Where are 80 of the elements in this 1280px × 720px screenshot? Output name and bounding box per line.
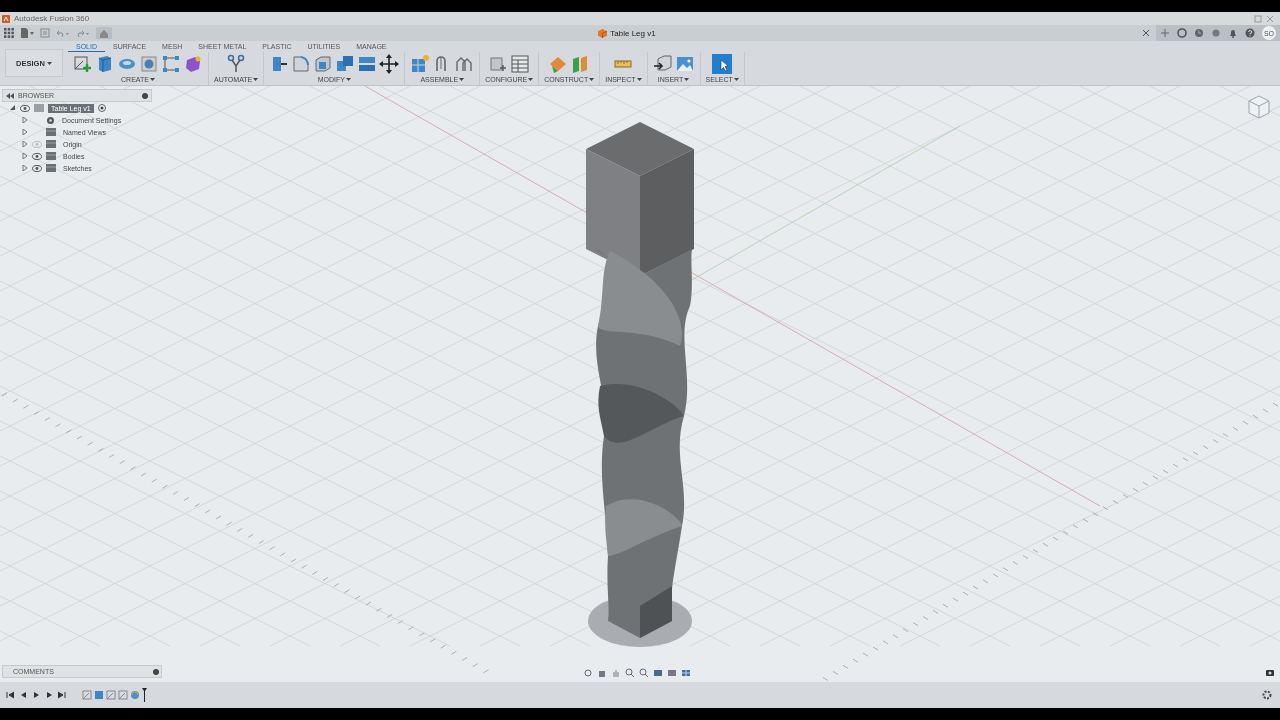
home-button[interactable] xyxy=(96,27,112,39)
folder-icon xyxy=(46,140,56,148)
step-back-icon[interactable] xyxy=(19,691,27,699)
sketch-feature-icon[interactable] xyxy=(118,690,128,700)
radio-icon[interactable] xyxy=(97,104,106,112)
pin-icon[interactable] xyxy=(153,668,159,675)
home-icon xyxy=(99,28,109,38)
document-tab[interactable]: Table Leg v1 xyxy=(594,28,660,38)
display-icon[interactable] xyxy=(653,668,663,678)
box-icon xyxy=(598,28,608,38)
caret-icon xyxy=(253,77,259,82)
hole-icon[interactable] xyxy=(139,54,159,74)
eye-icon[interactable] xyxy=(32,152,42,160)
clock-icon[interactable] xyxy=(1194,28,1204,38)
caret-icon xyxy=(345,77,351,82)
caret-icon xyxy=(149,77,155,82)
expand-arrow-icon[interactable] xyxy=(22,165,28,171)
expand-arrow-icon[interactable] xyxy=(22,141,28,147)
grid-menu-icon[interactable] xyxy=(4,28,14,38)
caret-icon xyxy=(528,77,534,82)
close-icon[interactable] xyxy=(1266,14,1274,23)
insert-icon[interactable] xyxy=(652,54,673,74)
select-icon[interactable] xyxy=(712,54,733,74)
folder-icon xyxy=(46,164,56,172)
caret-icon xyxy=(459,77,465,82)
step-forward-icon[interactable] xyxy=(45,691,53,699)
expand-arrow-icon[interactable] xyxy=(22,153,28,159)
align-icon[interactable] xyxy=(357,54,378,74)
status-icon[interactable] xyxy=(1211,28,1221,38)
skip-start-icon[interactable] xyxy=(6,691,14,699)
help-icon[interactable] xyxy=(1245,28,1255,38)
component-icon[interactable] xyxy=(410,54,431,74)
zoom-window-icon[interactable] xyxy=(639,668,649,678)
eye-icon[interactable] xyxy=(32,164,42,172)
configure-icon[interactable] xyxy=(488,54,509,74)
gear-icon xyxy=(46,115,55,125)
pan-icon[interactable] xyxy=(597,668,607,678)
timeline-marker-icon[interactable] xyxy=(142,688,147,702)
expanded-arrow-icon[interactable] xyxy=(10,105,16,111)
close-icon[interactable] xyxy=(1142,29,1150,37)
extrude-feature-icon[interactable] xyxy=(94,690,104,700)
sketch-feature-icon[interactable] xyxy=(82,690,92,700)
node-graph-icon[interactable] xyxy=(226,54,247,74)
play-icon[interactable] xyxy=(32,691,40,699)
undo-icon[interactable] xyxy=(56,28,70,38)
skip-end-icon[interactable] xyxy=(58,691,66,699)
orbit-icon[interactable] xyxy=(583,668,593,678)
folder-icon xyxy=(46,128,56,136)
file-icon[interactable] xyxy=(20,28,34,38)
pattern-icon[interactable] xyxy=(161,54,181,74)
expand-arrow-icon[interactable] xyxy=(22,117,28,123)
caret-icon xyxy=(636,77,642,82)
eye-icon[interactable] xyxy=(20,104,30,112)
component-icon xyxy=(34,104,44,112)
expand-arrow-icon[interactable] xyxy=(22,129,28,135)
shell-icon[interactable] xyxy=(313,54,334,74)
sketch-icon[interactable] xyxy=(73,54,93,74)
plus-icon[interactable] xyxy=(1160,28,1170,38)
form-icon[interactable] xyxy=(183,54,203,74)
caret-icon xyxy=(733,77,739,82)
grid-icon[interactable] xyxy=(667,668,677,678)
caret-icon xyxy=(46,60,52,66)
app-title: Autodesk Fusion 360 xyxy=(14,14,90,23)
caret-icon xyxy=(589,77,595,82)
collapse-icon[interactable] xyxy=(6,92,14,99)
pin-icon[interactable] xyxy=(142,92,148,99)
settings-icon[interactable] xyxy=(1262,690,1272,700)
bell-icon[interactable] xyxy=(1228,28,1238,38)
zoom-icon[interactable] xyxy=(625,668,635,678)
app-logo-icon xyxy=(2,14,10,23)
table-icon[interactable] xyxy=(510,54,531,74)
move-icon[interactable] xyxy=(379,54,400,74)
folder-icon xyxy=(46,152,56,160)
camera-icon[interactable] xyxy=(1266,669,1274,677)
redo-icon[interactable] xyxy=(76,28,90,38)
caret-icon xyxy=(684,77,690,82)
refresh-icon[interactable] xyxy=(1177,28,1187,38)
sketch-feature-icon[interactable] xyxy=(106,690,116,700)
combine-icon[interactable] xyxy=(335,54,356,74)
viewports-icon[interactable] xyxy=(681,668,691,678)
